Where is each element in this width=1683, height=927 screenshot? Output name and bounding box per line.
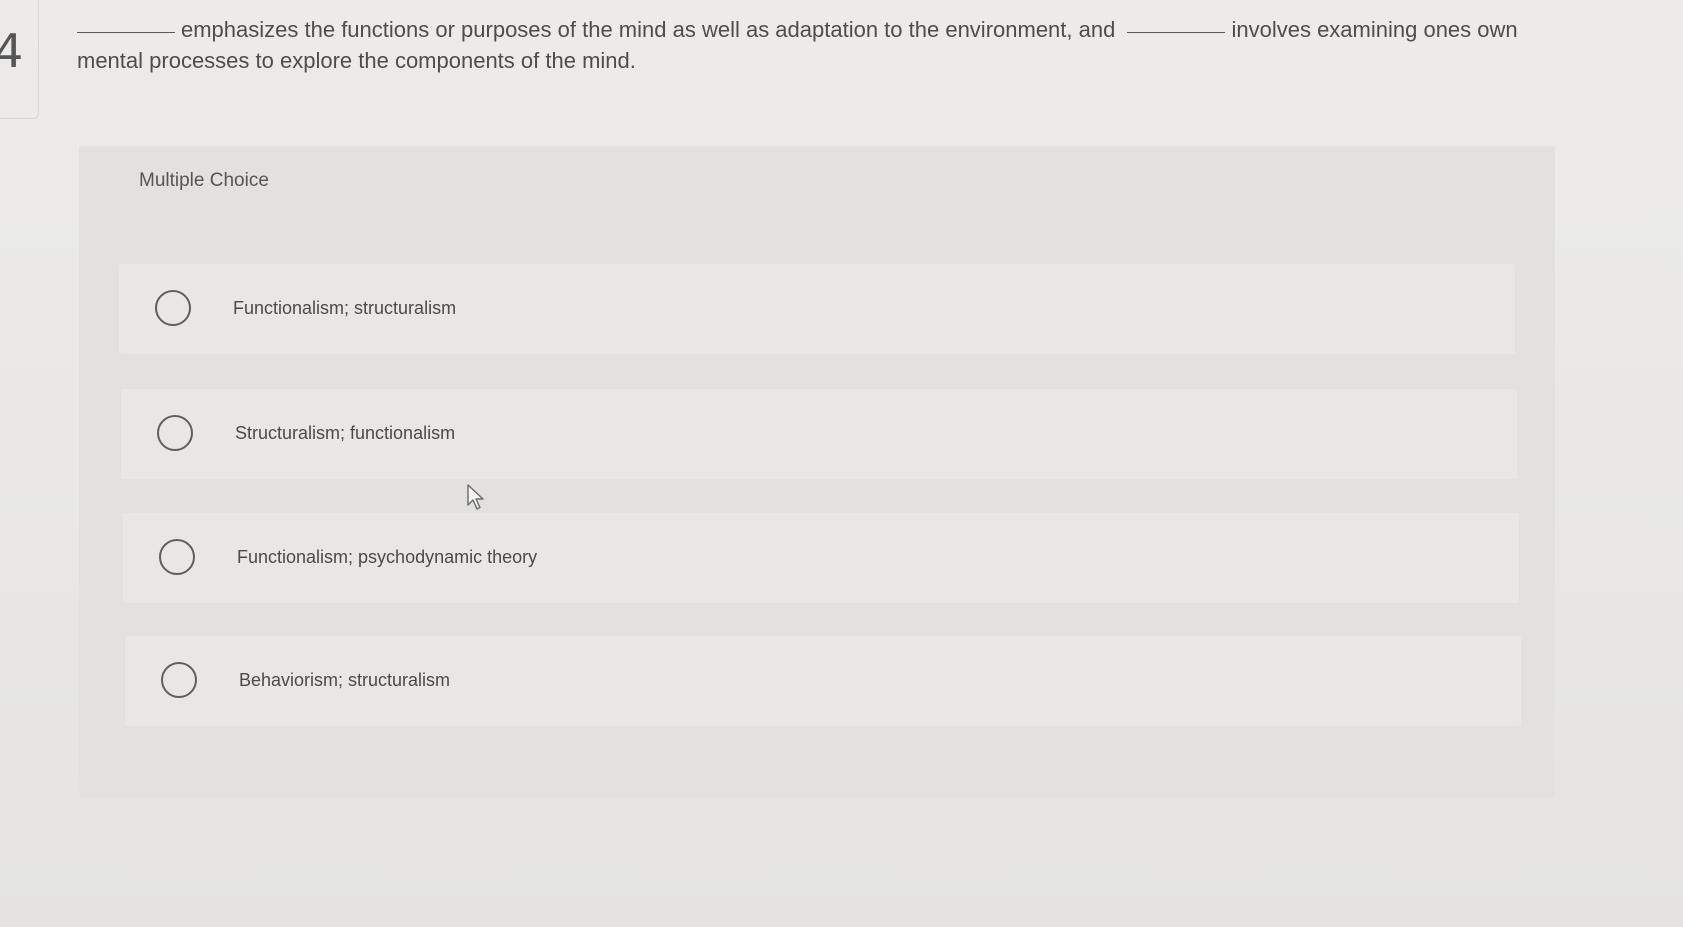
radio-circle-icon[interactable] — [161, 662, 197, 698]
question-prompt: emphasizes the functions or purposes of … — [77, 14, 1537, 76]
answer-option-label: Structuralism; functionalism — [235, 423, 456, 443]
answer-blank-1 — [77, 32, 175, 33]
question-text-part1: emphasizes the functions or purposes of … — [181, 17, 1116, 42]
question-number-tab[interactable]: 4 — [0, 0, 39, 119]
multiple-choice-card: Multiple Choice Functionalism; structura… — [79, 146, 1555, 797]
answer-option-label: Functionalism; psychodynamic theory — [237, 547, 538, 567]
question-number: 4 — [0, 24, 24, 78]
answer-blank-2 — [1127, 32, 1226, 33]
radio-circle-icon[interactable] — [159, 539, 195, 575]
radio-circle-icon[interactable] — [157, 415, 193, 451]
mouse-pointer-icon — [467, 484, 484, 510]
radio-circle-icon[interactable] — [155, 290, 191, 326]
answer-option-label: Behaviorism; structuralism — [239, 670, 451, 690]
answer-option[interactable]: Behaviorism; structuralism — [125, 636, 1521, 726]
answer-option[interactable]: Functionalism; structuralism — [119, 264, 1515, 354]
answer-option[interactable]: Functionalism; psychodynamic theory — [123, 513, 1519, 603]
answer-option-label: Functionalism; structuralism — [233, 298, 457, 318]
answer-option[interactable]: Structuralism; functionalism — [121, 389, 1517, 479]
question-type-label: Multiple Choice — [139, 170, 269, 191]
